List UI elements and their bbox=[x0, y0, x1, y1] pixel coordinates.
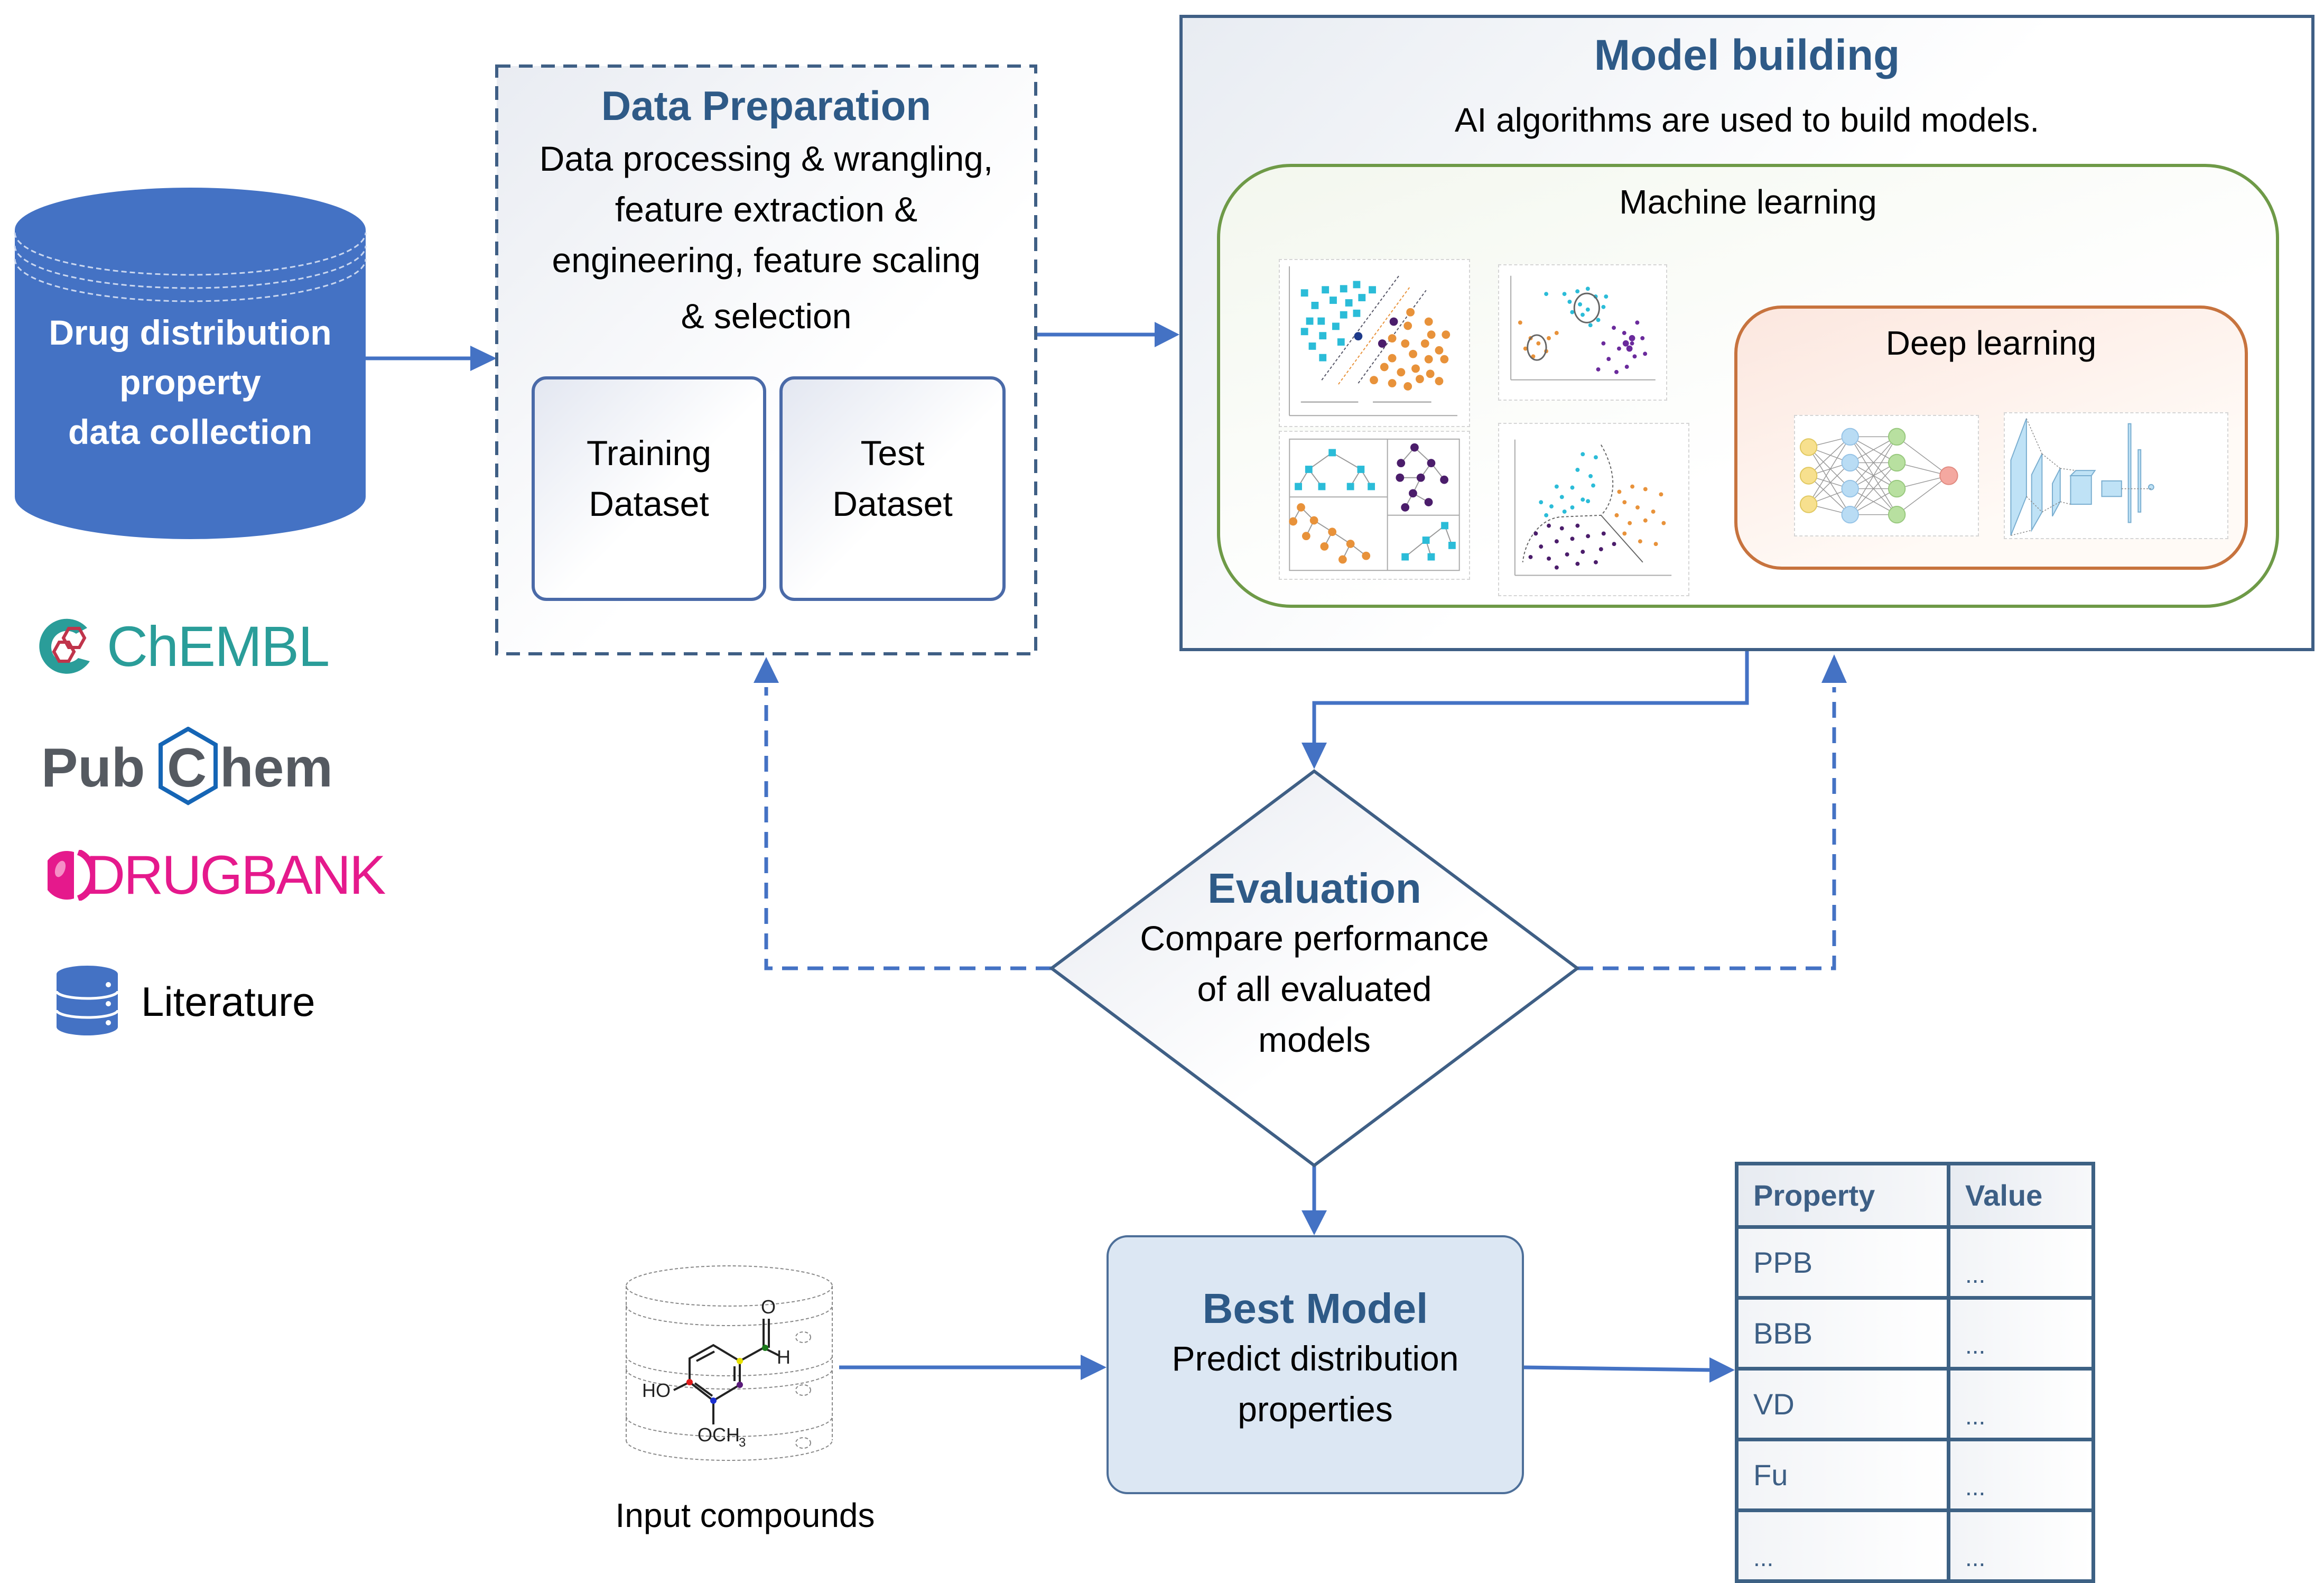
desc-line: Predict distribution bbox=[1172, 1339, 1459, 1378]
desc-line: Compare performance bbox=[1140, 919, 1489, 958]
table-row: VD ... bbox=[1735, 1367, 2096, 1441]
dataset-label: Training bbox=[587, 433, 711, 473]
atom-label: O bbox=[761, 1296, 776, 1318]
arrowhead-icon bbox=[1821, 654, 1847, 683]
arrowhead-icon bbox=[1155, 322, 1179, 347]
value-cell: ... bbox=[1946, 1296, 2096, 1371]
value-cell: ... bbox=[1946, 1225, 2096, 1300]
feedback-evaluation-to-prep bbox=[764, 687, 1052, 970]
evaluation-title: Evaluation bbox=[1207, 865, 1421, 912]
atom-label: HO bbox=[642, 1380, 671, 1401]
atom-label-subscript: 3 bbox=[739, 1436, 746, 1450]
label-line: Drug distribution bbox=[49, 313, 332, 352]
evaluation-description: Compare performance of all evaluated mod… bbox=[1049, 913, 1580, 1065]
property-cell: BBB bbox=[1735, 1296, 1950, 1371]
property-cell: ... bbox=[1735, 1508, 1950, 1583]
header-property: Property bbox=[1735, 1162, 1950, 1229]
dataset-label: Dataset bbox=[589, 484, 709, 523]
property-cell: VD bbox=[1735, 1367, 1950, 1441]
property-cell: PPB bbox=[1735, 1225, 1950, 1300]
source-pubchem: Pub C hem bbox=[41, 727, 358, 806]
decision-tree-icon bbox=[1279, 431, 1470, 580]
arrowhead-icon bbox=[470, 346, 497, 371]
pubchem-suffix: hem bbox=[220, 737, 333, 799]
label-line: data collection bbox=[68, 412, 313, 451]
model-building-subtitle: AI algorithms are used to build models. bbox=[1454, 101, 2040, 139]
data-preparation-title: Data Preparation bbox=[601, 82, 932, 129]
property-cell: Fu bbox=[1735, 1438, 1950, 1512]
data-preparation-header: Data Preparation Data processing & wrang… bbox=[497, 82, 1036, 341]
desc-line: of all evaluated bbox=[1197, 969, 1432, 1008]
property-table: Property Value PPB ... BBB ... VD ... Fu… bbox=[1735, 1162, 2096, 1583]
chembl-label: ChEMBL bbox=[107, 614, 330, 678]
input-compounds-database-icon: O H HO OCH 3 bbox=[626, 1265, 833, 1461]
decision-boundary-icon bbox=[1498, 423, 1689, 596]
dataset-label: Test bbox=[860, 433, 925, 473]
desc-line: Data processing & wrangling, bbox=[539, 139, 993, 178]
value-cell: ... bbox=[1946, 1367, 2096, 1441]
header-value: Value bbox=[1946, 1162, 2096, 1229]
drugbank-label: DRUGBANK bbox=[86, 845, 386, 906]
chembl-logo-icon bbox=[39, 618, 90, 674]
best-model-title: Best Model bbox=[1202, 1285, 1428, 1332]
model-building-title: Model building bbox=[1594, 31, 1900, 79]
database-icon bbox=[55, 966, 119, 1035]
table-row: BBB ... bbox=[1735, 1296, 2096, 1371]
atom-label: H bbox=[777, 1346, 791, 1368]
desc-line: models bbox=[1258, 1020, 1371, 1059]
arrowhead-icon bbox=[1302, 743, 1327, 769]
input-compounds-label: Input compounds bbox=[615, 1496, 875, 1534]
arrowhead-icon bbox=[1302, 1210, 1327, 1235]
atom-label: OCH bbox=[698, 1424, 740, 1446]
value-cell: ... bbox=[1946, 1508, 2096, 1583]
cnn-architecture-icon bbox=[2004, 412, 2228, 539]
arrow-best-to-table bbox=[1523, 1365, 1710, 1372]
desc-line: & selection bbox=[681, 297, 852, 336]
feedback-evaluation-to-model bbox=[1577, 687, 1836, 970]
table-row: PPB ... bbox=[1735, 1225, 2096, 1300]
machine-learning-label: Machine learning bbox=[1619, 183, 1877, 221]
data-collection-label: Drug distribution property data collecti… bbox=[11, 308, 370, 457]
table-row: ... ... bbox=[1735, 1508, 2096, 1583]
neural-network-icon bbox=[1794, 415, 1979, 536]
dataset-label: Dataset bbox=[832, 484, 953, 523]
arrow-model-to-evaluation bbox=[1312, 651, 1749, 743]
training-dataset-box[interactable]: Training Dataset bbox=[532, 376, 766, 601]
arrowhead-icon bbox=[1709, 1357, 1735, 1383]
molecule-structure-icon bbox=[673, 1319, 780, 1424]
value-cell: ... bbox=[1946, 1438, 2096, 1512]
data-preparation-description: Data processing & wrangling, feature ext… bbox=[497, 133, 1036, 341]
test-dataset-box[interactable]: Test Dataset bbox=[779, 376, 1006, 601]
table-header-row: Property Value bbox=[1735, 1162, 2096, 1229]
desc-line: properties bbox=[1238, 1390, 1393, 1429]
desc-line: feature extraction & bbox=[615, 190, 918, 229]
arrowhead-icon bbox=[754, 657, 779, 683]
best-model-text: Best Model Predict distribution properti… bbox=[1107, 1284, 1524, 1434]
deep-learning-label: Deep learning bbox=[1885, 324, 2097, 362]
pubchem-prefix: Pub bbox=[41, 737, 145, 799]
best-model-description: Predict distribution properties bbox=[1107, 1333, 1524, 1434]
label-line: property bbox=[119, 363, 261, 402]
arrowhead-icon bbox=[1081, 1355, 1107, 1380]
literature-label: Literature bbox=[141, 978, 315, 1025]
evaluation-text: Evaluation Compare performance of all ev… bbox=[1049, 864, 1580, 1065]
clustering-icon bbox=[1498, 264, 1667, 401]
pubchem-c: C bbox=[167, 737, 207, 799]
table-row: Fu ... bbox=[1735, 1438, 2096, 1512]
desc-line: engineering, feature scaling bbox=[552, 240, 981, 280]
svm-margin-icon bbox=[1279, 259, 1470, 427]
